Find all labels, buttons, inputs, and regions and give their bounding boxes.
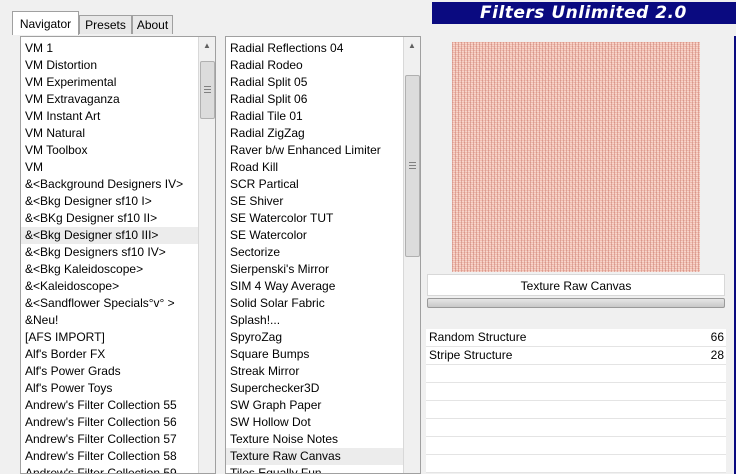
filter-list-item[interactable]: Texture Noise Notes: [226, 431, 420, 448]
tab-bar: Navigator Presets About: [0, 0, 430, 36]
category-list-item[interactable]: VM Natural: [21, 125, 215, 142]
filter-list-item[interactable]: Square Bumps: [226, 346, 420, 363]
grip-icon: [204, 86, 211, 87]
category-list-item[interactable]: Alf's Border FX: [21, 346, 215, 363]
filter-list-item[interactable]: SW Graph Paper: [226, 397, 420, 414]
arrow-up-icon[interactable]: ▲: [199, 37, 215, 54]
category-scroll-thumb[interactable]: [200, 61, 215, 119]
tab-presets[interactable]: Presets: [79, 15, 132, 34]
parameter-list: Random Structure 66 Stripe Structure 28: [426, 329, 726, 473]
grip-icon: [204, 89, 211, 90]
grip-icon: [204, 92, 211, 93]
filter-list-item[interactable]: Splash!...: [226, 312, 420, 329]
tab-navigator[interactable]: Navigator: [12, 11, 79, 35]
arrow-up-icon[interactable]: ▲: [404, 37, 420, 54]
filter-list-item[interactable]: Radial Split 05: [226, 74, 420, 91]
banner-title: Filters Unlimited 2.0: [480, 3, 687, 23]
filter-scrollbar[interactable]: ▲: [403, 37, 420, 473]
parameter-value: 28: [710, 348, 724, 362]
category-list-item[interactable]: &<Bkg Designer sf10 III>: [21, 227, 215, 244]
category-list-item[interactable]: Andrew's Filter Collection 55: [21, 397, 215, 414]
category-list-item[interactable]: Alf's Power Toys: [21, 380, 215, 397]
parameter-row[interactable]: [426, 383, 726, 401]
selected-filter-name: Texture Raw Canvas: [427, 274, 725, 296]
filter-list-item[interactable]: Radial Tile 01: [226, 108, 420, 125]
filter-list-item[interactable]: SIM 4 Way Average: [226, 278, 420, 295]
parameter-name: Random Structure: [429, 330, 527, 344]
category-list[interactable]: VM 1 VM Distortion VM Experimental VM Extra…: [21, 40, 215, 473]
filter-list-item[interactable]: SE Watercolor TUT: [226, 210, 420, 227]
parameter-row[interactable]: [426, 419, 726, 437]
category-list-item[interactable]: VM Extravaganza: [21, 91, 215, 108]
filter-list-item[interactable]: Radial Split 06: [226, 91, 420, 108]
category-list-item[interactable]: Alf's Power Grads: [21, 363, 215, 380]
progress-bar: [427, 298, 725, 308]
category-list-item[interactable]: Andrew's Filter Collection 57: [21, 431, 215, 448]
filter-list-item[interactable]: Superchecker3D: [226, 380, 420, 397]
category-list-item[interactable]: VM: [21, 159, 215, 176]
filter-list-item[interactable]: Solid Solar Fabric: [226, 295, 420, 312]
filter-list-item[interactable]: Raver b/w Enhanced Limiter: [226, 142, 420, 159]
category-list-item[interactable]: &Neu!: [21, 312, 215, 329]
filter-list-item[interactable]: Radial Reflections 04: [226, 40, 420, 57]
category-list-item[interactable]: VM Distortion: [21, 57, 215, 74]
category-list-item[interactable]: VM Experimental: [21, 74, 215, 91]
filter-list-item[interactable]: Sectorize: [226, 244, 420, 261]
parameter-row[interactable]: Stripe Structure 28: [426, 347, 726, 365]
filter-list-item[interactable]: SE Shiver: [226, 193, 420, 210]
app-banner: Filters Unlimited 2.0: [432, 2, 736, 30]
category-scrollbar[interactable]: ▲: [198, 37, 215, 473]
category-list-item[interactable]: VM Toolbox: [21, 142, 215, 159]
filter-list-item[interactable]: Streak Mirror: [226, 363, 420, 380]
parameter-row[interactable]: [426, 455, 726, 473]
category-list-item[interactable]: &<BKg Designer sf10 II>: [21, 210, 215, 227]
category-list-item[interactable]: &<Background Designers IV>: [21, 176, 215, 193]
filter-list[interactable]: Radial Reflections 04 Radial Rodeo Radial …: [226, 40, 420, 473]
banner-stripe: [432, 24, 736, 30]
category-list-item[interactable]: &<Sandflower Specials°v° >: [21, 295, 215, 312]
filter-scroll-thumb[interactable]: [405, 75, 420, 257]
grip-icon: [409, 168, 416, 169]
filter-list-item[interactable]: SpyroZag: [226, 329, 420, 346]
category-list-item[interactable]: Andrew's Filter Collection 59: [21, 465, 215, 473]
filter-list-item[interactable]: Tiles Equally Fun: [226, 465, 420, 473]
filter-preview-image: [452, 42, 700, 272]
filter-list-item[interactable]: Sierpenski's Mirror: [226, 261, 420, 278]
parameter-row[interactable]: [426, 365, 726, 383]
grip-icon: [409, 165, 416, 166]
parameter-row[interactable]: [426, 401, 726, 419]
category-list-item[interactable]: Andrew's Filter Collection 58: [21, 448, 215, 465]
filter-list-item[interactable]: SE Watercolor: [226, 227, 420, 244]
category-list-item[interactable]: [AFS IMPORT]: [21, 329, 215, 346]
filter-list-item[interactable]: SW Hollow Dot: [226, 414, 420, 431]
category-list-item[interactable]: Andrew's Filter Collection 56: [21, 414, 215, 431]
filter-list-item[interactable]: SCR Partical: [226, 176, 420, 193]
filter-list-item[interactable]: Radial ZigZag: [226, 125, 420, 142]
parameter-row[interactable]: Random Structure 66: [426, 329, 726, 347]
filter-list-item[interactable]: Texture Raw Canvas: [226, 448, 420, 465]
filter-list-item[interactable]: Road Kill: [226, 159, 420, 176]
parameter-value: 66: [710, 330, 724, 344]
parameter-row[interactable]: [426, 437, 726, 455]
category-list-item[interactable]: VM Instant Art: [21, 108, 215, 125]
category-list-item[interactable]: &<Kaleidoscope>: [21, 278, 215, 295]
parameter-name: Stripe Structure: [429, 348, 513, 362]
filter-list-item[interactable]: Radial Rodeo: [226, 57, 420, 74]
category-list-item[interactable]: &<Bkg Designer sf10 I>: [21, 193, 215, 210]
category-list-panel: VM 1 VM Distortion VM Experimental VM Extra…: [20, 36, 216, 474]
category-list-item[interactable]: &<Bkg Kaleidoscope>: [21, 261, 215, 278]
tab-about[interactable]: About: [132, 15, 173, 34]
category-list-item[interactable]: &<Bkg Designers sf10 IV>: [21, 244, 215, 261]
filter-list-panel: Radial Reflections 04 Radial Rodeo Radial …: [225, 36, 421, 474]
grip-icon: [409, 162, 416, 163]
category-list-item[interactable]: VM 1: [21, 40, 215, 57]
